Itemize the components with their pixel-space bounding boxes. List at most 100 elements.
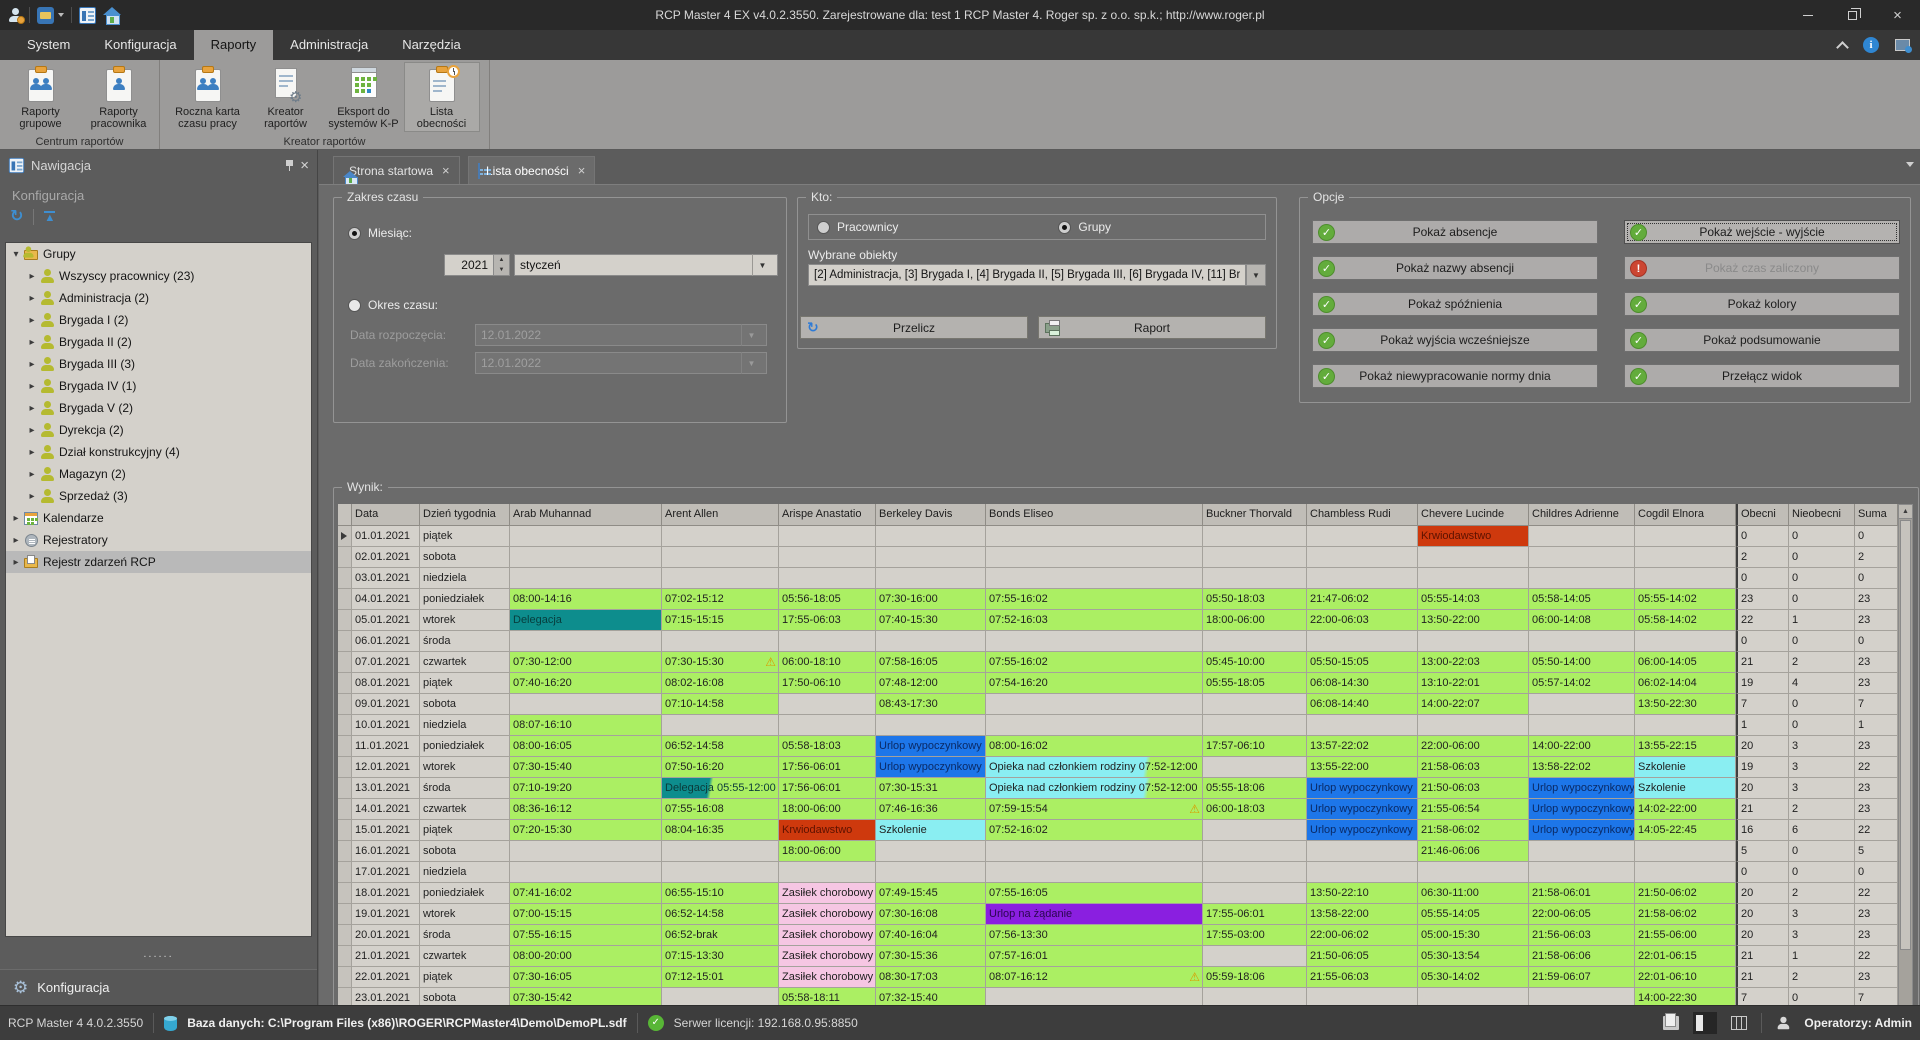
attendance-cell[interactable]: 07:52-16:03 (986, 610, 1203, 631)
attendance-cell[interactable] (1203, 694, 1307, 715)
attendance-cell[interactable] (876, 568, 986, 589)
attendance-cell[interactable]: 05:58-14:02 (1635, 610, 1736, 631)
tree-collapsed-icon[interactable]: ▸ (10, 557, 22, 568)
tree-collapsed-icon[interactable]: ▸ (26, 469, 38, 480)
month-select[interactable]: styczeń ▼ (514, 254, 778, 276)
tree-collapsed-icon[interactable]: ▸ (26, 315, 38, 326)
attendance-cell[interactable] (1529, 568, 1635, 589)
attendance-cell[interactable]: 05:58-18:03 (779, 736, 876, 757)
attendance-cell[interactable]: Urlop wypoczynkowy (1307, 799, 1418, 820)
attendance-cell[interactable] (1529, 526, 1635, 547)
attendance-cell[interactable] (1203, 820, 1307, 841)
attendance-cell[interactable] (1203, 715, 1307, 736)
navigation-panel-icon[interactable] (79, 7, 96, 24)
attendance-cell[interactable]: 14:05-22:45 (1635, 820, 1736, 841)
weekday-cell[interactable]: niedziela (420, 568, 510, 589)
menu-item-raporty[interactable]: Raporty (194, 30, 274, 60)
attendance-cell[interactable] (779, 568, 876, 589)
menu-item-administracja[interactable]: Administracja (273, 30, 385, 60)
date-cell[interactable]: 12.01.2021 (352, 757, 420, 778)
attendance-cell[interactable]: 07:40-16:20 (510, 673, 662, 694)
sidebar-close-icon[interactable]: × (300, 158, 309, 173)
attendance-cell[interactable]: 21:55-06:03 (1307, 967, 1418, 988)
attendance-cell[interactable] (1418, 568, 1529, 589)
tree-collapsed-icon[interactable]: ▸ (26, 403, 38, 414)
attendance-cell[interactable]: 07:52-16:02 (986, 820, 1203, 841)
attendance-cell[interactable]: 07:30-12:00 (510, 652, 662, 673)
tree-item-brygada-v-2[interactable]: ▸Brygada V (2) (6, 397, 311, 419)
tab-list-caret-icon[interactable] (1906, 162, 1914, 167)
app-menu-icon[interactable] (37, 7, 54, 24)
attendance-cell[interactable] (1418, 862, 1529, 883)
weekday-cell[interactable]: sobota (420, 841, 510, 862)
attendance-cell[interactable] (876, 841, 986, 862)
attendance-cell[interactable]: 05:59-18:06 (1203, 967, 1307, 988)
attendance-cell[interactable]: Zasiłek chorobowy (779, 883, 876, 904)
attendance-cell[interactable]: 05:50-14:00 (1529, 652, 1635, 673)
attendance-cell[interactable]: 07:49-15:45 (876, 883, 986, 904)
attendance-cell[interactable] (986, 568, 1203, 589)
weekday-cell[interactable]: niedziela (420, 715, 510, 736)
attendance-cell[interactable]: 07:30-15:30⚠ (662, 652, 779, 673)
attendance-cell[interactable]: Urlop wypoczynkowy (876, 757, 986, 778)
attendance-cell[interactable] (1307, 715, 1418, 736)
attendance-cell[interactable]: Krwiodawstwo (779, 820, 876, 841)
weekday-cell[interactable]: piątek (420, 673, 510, 694)
option-pokaż-absencje[interactable]: ✓Pokaż absencje (1312, 220, 1598, 244)
attendance-cell[interactable]: 05:30-13:54 (1418, 946, 1529, 967)
tree-item-brygada-i-2[interactable]: ▸Brygada I (2) (6, 309, 311, 331)
tree-collapsed-icon[interactable]: ▸ (26, 491, 38, 502)
tree-collapsed-icon[interactable]: ▸ (26, 381, 38, 392)
date-cell[interactable]: 05.01.2021 (352, 610, 420, 631)
attendance-cell[interactable]: 17:56-06:01 (779, 778, 876, 799)
date-cell[interactable]: 13.01.2021 (352, 778, 420, 799)
attendance-cell[interactable]: 13:10-22:01 (1418, 673, 1529, 694)
attendance-cell[interactable] (1418, 547, 1529, 568)
attendance-cell[interactable] (986, 715, 1203, 736)
attendance-cell[interactable] (1307, 568, 1418, 589)
attendance-cell[interactable] (1635, 715, 1736, 736)
tree-collapsed-icon[interactable]: ▸ (26, 359, 38, 370)
column-header-obecni[interactable]: Obecni (1736, 504, 1789, 526)
attendance-cell[interactable] (1418, 631, 1529, 652)
attendance-cell[interactable]: 05:56-18:05 (779, 589, 876, 610)
attendance-cell[interactable] (1307, 631, 1418, 652)
attendance-cell[interactable]: Delegacja (510, 610, 662, 631)
attendance-cell[interactable]: Zasiłek chorobowy (779, 904, 876, 925)
attendance-cell[interactable] (1307, 862, 1418, 883)
column-header-bonds-eliseo[interactable]: Bonds Eliseo (986, 504, 1203, 526)
attendance-cell[interactable]: 07:10-14:58 (662, 694, 779, 715)
attendance-cell[interactable] (1635, 631, 1736, 652)
attendance-cell[interactable]: Szkolenie (1635, 757, 1736, 778)
attendance-cell[interactable]: 06:00-14:08 (1529, 610, 1635, 631)
option-pokaż-podsumowanie[interactable]: ✓Pokaż podsumowanie (1624, 328, 1900, 352)
attendance-cell[interactable]: Opieka nad członkiem rodziny 07:52-12:00 (986, 757, 1203, 778)
attendance-cell[interactable]: 05:30-14:02 (1418, 967, 1529, 988)
attendance-cell[interactable]: 06:52-14:58 (662, 904, 779, 925)
attendance-cell[interactable] (1307, 547, 1418, 568)
attendance-cell[interactable]: 07:55-16:02 (986, 652, 1203, 673)
date-cell[interactable]: 03.01.2021 (352, 568, 420, 589)
menu-item-narzędzia[interactable]: Narzędzia (385, 30, 478, 60)
date-cell[interactable]: 02.01.2021 (352, 547, 420, 568)
raport-button[interactable]: Raport (1038, 316, 1266, 339)
tab-lista-obecności[interactable]: Lista obecności× (468, 156, 595, 184)
weekday-cell[interactable]: czwartek (420, 652, 510, 673)
weekday-cell[interactable]: sobota (420, 694, 510, 715)
radio-miesiac[interactable]: Miesiąc: (348, 226, 412, 240)
window-style-icon[interactable] (1895, 39, 1910, 51)
attendance-cell[interactable]: 08:04-16:35 (662, 820, 779, 841)
weekday-cell[interactable]: poniedziałek (420, 736, 510, 757)
okres-radio-icon[interactable] (348, 299, 361, 312)
tab-close-icon[interactable]: × (442, 163, 450, 178)
attendance-cell[interactable] (662, 841, 779, 862)
weekday-cell[interactable]: wtorek (420, 904, 510, 925)
attendance-cell[interactable]: 08:00-14:16 (510, 589, 662, 610)
attendance-cell[interactable]: 08:00-16:05 (510, 736, 662, 757)
attendance-cell[interactable] (986, 862, 1203, 883)
panel-view-icon[interactable] (1693, 1012, 1717, 1034)
attendance-cell[interactable]: 17:56-06:01 (779, 757, 876, 778)
attendance-cell[interactable]: 14:00-22:07 (1418, 694, 1529, 715)
weekday-cell[interactable]: czwartek (420, 799, 510, 820)
attendance-cell[interactable]: 05:55-18:05 (1203, 673, 1307, 694)
